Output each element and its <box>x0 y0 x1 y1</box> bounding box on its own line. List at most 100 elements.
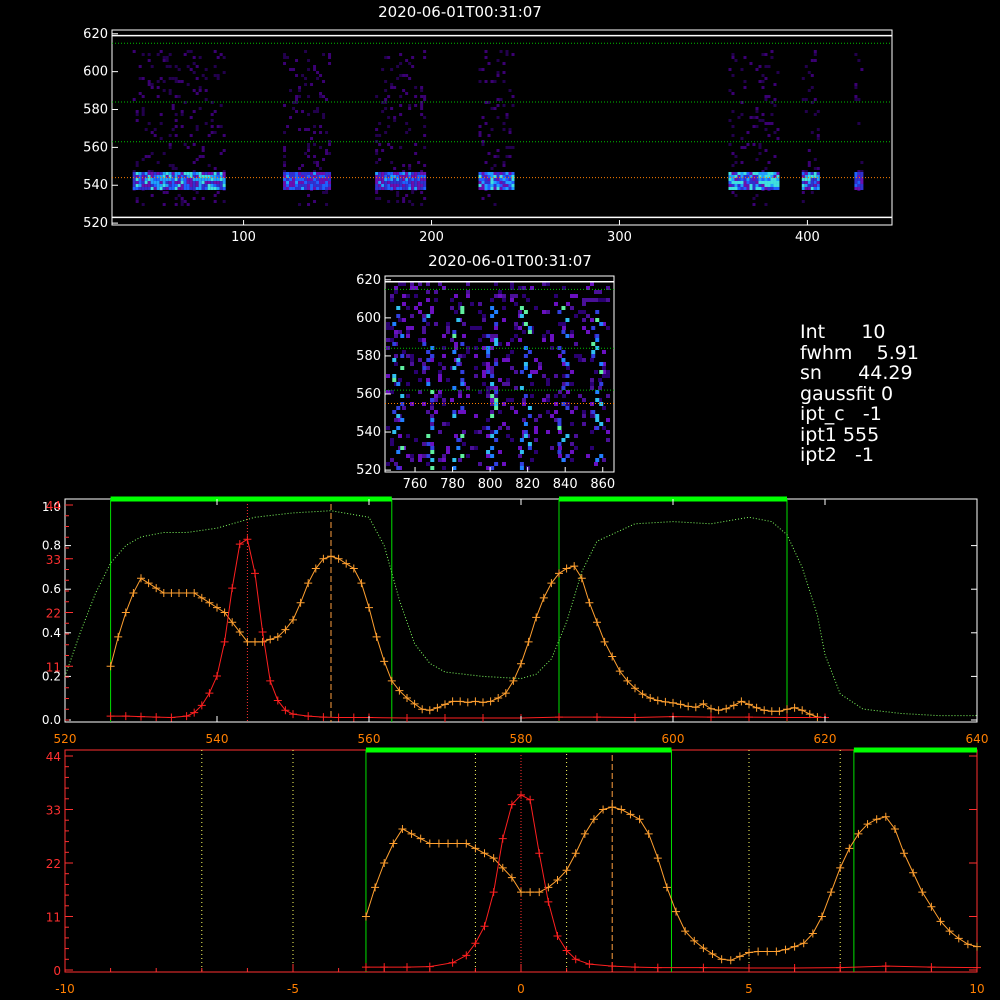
noise-pixel <box>423 197 427 200</box>
spectrum-y-tick-label: 0.6 <box>42 582 61 596</box>
noise-pixel <box>813 98 817 101</box>
mid-noise-pixel <box>550 334 554 338</box>
emission-pixel <box>804 183 808 187</box>
spectrum-x-tick-label: 520 <box>54 732 77 746</box>
emission-pixel <box>138 180 142 184</box>
mid-emission-pixel <box>392 430 397 434</box>
mid-noise-pixel <box>422 338 426 342</box>
mid-emission-pixel <box>557 442 562 446</box>
noise-pixel <box>502 104 506 107</box>
emission-pixel <box>478 171 482 175</box>
mid-noise-pixel <box>530 370 534 374</box>
mid-noise-pixel <box>386 462 390 466</box>
mid-noise-pixel <box>446 326 450 330</box>
emission-pixel <box>860 180 864 184</box>
mid-noise-pixel <box>386 426 390 430</box>
mid-noise-pixel <box>442 334 446 338</box>
mid-noise-pixel <box>510 350 514 354</box>
emission-pixel <box>487 180 491 184</box>
emission-pixel <box>731 174 735 178</box>
noise-pixel <box>423 50 427 53</box>
noise-pixel <box>816 134 820 137</box>
noise-pixel <box>743 56 747 59</box>
emission-pixel <box>405 186 409 190</box>
spectrum-x-tick-label: 620 <box>814 732 837 746</box>
noise-pixel <box>860 161 864 164</box>
noise-pixel <box>758 146 762 149</box>
emission-pixel <box>189 186 193 190</box>
mid-noise-pixel <box>582 410 586 414</box>
emission-pixel <box>511 171 515 175</box>
emission-pixel <box>813 177 817 181</box>
spectrum-red-point <box>182 712 191 721</box>
noise-pixel <box>728 119 732 122</box>
emission-pixel <box>286 180 290 184</box>
emission-pixel <box>752 180 756 184</box>
emission-pixel <box>740 174 744 178</box>
shifted-orange-point <box>471 844 480 853</box>
spectrum-orange-point <box>349 564 358 573</box>
mid-emission-pixel <box>460 310 465 314</box>
noise-pixel <box>307 68 311 71</box>
mid-emission-pixel <box>519 370 524 374</box>
mid-noise-pixel <box>422 362 426 366</box>
emission-pixel <box>322 171 326 175</box>
noise-pixel <box>378 143 382 146</box>
mid-noise-pixel <box>454 342 458 346</box>
emission-pixel <box>213 180 217 184</box>
emission-pixel <box>174 183 178 187</box>
mid-noise-pixel <box>602 406 606 410</box>
spectrum-count-tick-label: 33 <box>46 553 61 567</box>
noise-pixel <box>414 86 418 89</box>
mid-noise-pixel <box>482 370 486 374</box>
mid-emission-pixel <box>460 306 465 310</box>
emission-pixel <box>487 177 491 181</box>
shifted-red-point <box>544 897 553 906</box>
emission-pixel <box>375 186 379 190</box>
noise-pixel <box>147 122 151 125</box>
emission-pixel <box>770 183 774 187</box>
noise-pixel <box>505 113 509 116</box>
spectrum-red-point <box>479 714 487 723</box>
mid-noise-pixel <box>570 306 574 310</box>
mid-noise-pixel <box>586 330 590 334</box>
shifted-orange-point <box>416 834 425 843</box>
emission-pixel <box>423 183 427 187</box>
noise-pixel <box>496 104 500 107</box>
noise-pixel <box>177 80 181 83</box>
mid-noise-pixel <box>562 326 566 330</box>
noise-pixel <box>807 161 811 164</box>
noise-pixel <box>375 134 379 137</box>
mid-emission-pixel <box>456 318 461 322</box>
emission-pixel <box>132 186 136 190</box>
mid-noise-pixel <box>450 338 454 342</box>
emission-pixel <box>319 177 323 181</box>
spectrum-orange-point <box>752 703 761 712</box>
shifted-orange-point <box>453 839 462 848</box>
mid-emission-pixel <box>486 350 491 354</box>
emission-pixel <box>304 186 308 190</box>
emission-pixel <box>770 174 774 178</box>
mid-noise-pixel <box>590 282 594 286</box>
spectrum-profile-line <box>64 510 977 717</box>
noise-pixel <box>150 152 154 155</box>
emission-pixel <box>219 177 223 181</box>
spectrum-red-point <box>304 712 313 721</box>
emission-pixel <box>153 186 157 190</box>
noise-pixel <box>804 65 808 68</box>
spectrum-orange-point <box>137 574 145 583</box>
noise-pixel <box>816 110 820 113</box>
noise-pixel <box>204 89 208 92</box>
noise-pixel <box>481 68 485 71</box>
emission-pixel <box>222 183 226 187</box>
emission-pixel <box>396 177 400 181</box>
spectrum-orange-point <box>365 603 373 612</box>
top-y-tick-label: 580 <box>83 103 108 118</box>
emission-pixel <box>135 171 139 175</box>
noise-pixel <box>487 152 491 155</box>
noise-pixel <box>484 161 488 164</box>
noise-pixel <box>813 50 817 53</box>
spectrum-orange-point <box>737 697 746 706</box>
noise-pixel <box>192 89 196 92</box>
mid-emission-pixel <box>452 366 457 370</box>
